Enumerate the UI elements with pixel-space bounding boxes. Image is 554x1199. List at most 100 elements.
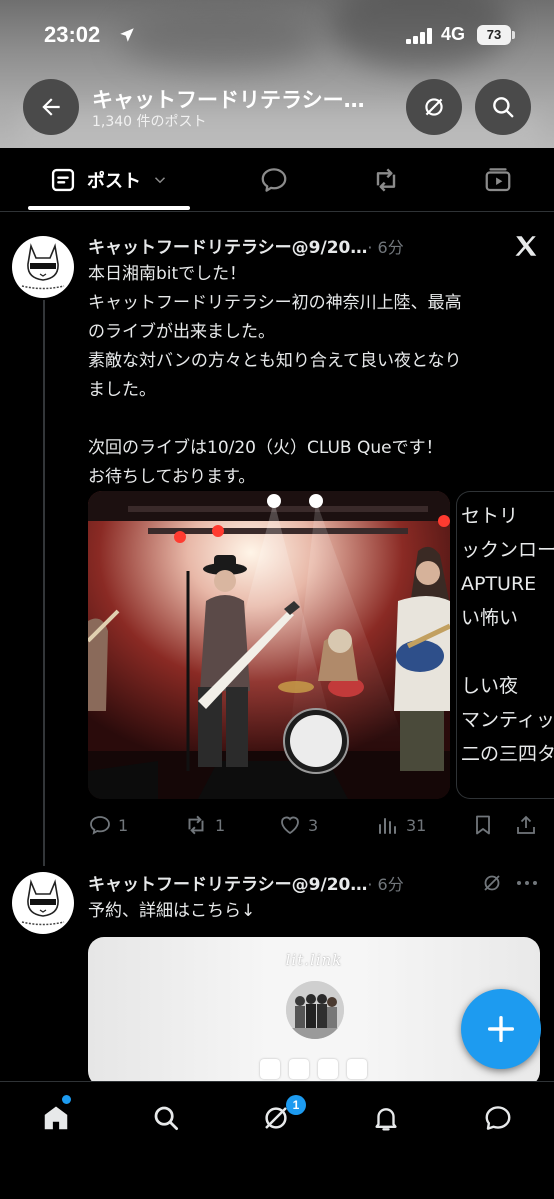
tab-replies[interactable]: [244, 148, 304, 212]
views-chart-icon: [379, 818, 396, 834]
more-options-icon[interactable]: [515, 874, 539, 892]
x-logo-icon: [515, 236, 537, 256]
tweet-text-line: のライブが出来ました。: [88, 322, 275, 342]
cat-logo-icon: [21, 879, 65, 926]
setlist-text: セトリ ックンロー APTURE い怖い しい夜 マンティッ 二の三四タ: [457, 492, 554, 771]
reply-button[interactable]: 1: [88, 810, 128, 840]
profile-header-banner: 23:02 4G 73 キャットフードリテラシー… 1,340 件のポスト: [0, 0, 554, 148]
battery-level: 73: [477, 25, 511, 45]
thread-connector-line: [43, 300, 45, 866]
media-icon: [485, 168, 511, 192]
tweet-author-name[interactable]: キャットフードリテラシー@9/20…: [88, 875, 367, 895]
nav-messages[interactable]: [470, 1096, 526, 1140]
tweet-text-line: [88, 405, 540, 434]
live-photo[interactable]: [88, 491, 450, 799]
tweet-timestamp[interactable]: · 6分: [367, 875, 403, 894]
status-bar: 23:02 4G 73: [0, 22, 554, 52]
band-live-photo-illustration: [88, 491, 450, 799]
search-button[interactable]: [475, 79, 531, 135]
tab-posts-label: ポスト: [87, 171, 141, 192]
nav-home[interactable]: [28, 1096, 84, 1140]
tweet-actions: 1 1 3 31: [88, 810, 540, 840]
tweet-text-line: 本日湘南bitでした！: [88, 264, 247, 284]
link-card-brand: lit.link: [285, 951, 343, 969]
messages-icon: [485, 1106, 511, 1130]
nav-notifications[interactable]: [358, 1096, 414, 1140]
mute-button[interactable]: [406, 79, 462, 135]
tab-reposts[interactable]: [356, 148, 416, 212]
battery-icon: 73: [477, 25, 517, 45]
home-icon: [44, 1106, 68, 1130]
search-icon: [493, 97, 514, 118]
repost-button[interactable]: 1: [183, 810, 225, 840]
bookmark-button[interactable]: [471, 810, 495, 840]
compose-post-button[interactable]: [461, 989, 541, 1069]
chevron-down-icon: [154, 177, 166, 184]
mute-icon[interactable]: [480, 871, 504, 895]
bookmark-icon: [476, 815, 490, 835]
like-button[interactable]: 3: [278, 810, 318, 840]
setlist-line: [457, 635, 554, 669]
setlist-line: セトリ: [461, 505, 519, 527]
network-type: 4G: [441, 24, 466, 44]
status-time: 23:02: [44, 22, 101, 47]
share-icon: [517, 815, 535, 834]
active-tab-indicator: [28, 206, 190, 210]
tweet-header: キャットフードリテラシー@9/20…· 6分: [88, 870, 404, 896]
link-card-profile-photo: [286, 981, 344, 1039]
setlist-photo[interactable]: セトリ ックンロー APTURE い怖い しい夜 マンティッ 二の三四タ: [456, 491, 554, 799]
setlist-line: ックンロー: [461, 539, 554, 561]
cat-logo-icon: [21, 243, 65, 290]
location-arrow-icon: [120, 28, 134, 42]
cellular-signal-icon: [406, 28, 432, 44]
tab-posts[interactable]: ポスト: [28, 148, 190, 212]
tweet-header: キャットフードリテラシー@9/20…· 6分: [88, 233, 404, 259]
avatar[interactable]: [12, 872, 74, 934]
plus-icon: [487, 1015, 515, 1043]
setlist-line: しい夜: [461, 675, 519, 697]
tweet-text-line: 素敵な対バンの方々とも知り合えて良い夜となり: [88, 351, 462, 371]
grok-badge: 1: [286, 1095, 306, 1115]
replies-icon: [261, 168, 287, 192]
posts-icon: [51, 168, 75, 192]
views-button[interactable]: 31: [376, 810, 426, 840]
views-count: 31: [406, 815, 427, 835]
social-link-icon[interactable]: [318, 1059, 338, 1079]
bottom-navigation: 1: [0, 1081, 554, 1199]
tweet-author-name[interactable]: キャットフードリテラシー@9/20…: [88, 238, 367, 258]
reply-icon: [90, 816, 110, 835]
tweet-text: 予約、詳細はこちら↓: [88, 897, 540, 926]
setlist-line: マンティッ: [461, 709, 554, 731]
band-members-photo: [286, 981, 344, 1039]
back-button[interactable]: [23, 79, 79, 135]
tweet-text-line: 予約、詳細はこちら↓: [88, 901, 256, 921]
repost-count: 1: [215, 815, 226, 835]
share-button[interactable]: [514, 810, 538, 840]
profile-name-title: キャットフードリテラシー…: [92, 88, 365, 112]
tweet-text: 本日湘南bitでした！ キャットフードリテラシー初の神奈川上陸、最高 のライブが…: [88, 260, 540, 492]
mute-icon: [425, 98, 443, 116]
home-notification-dot: [62, 1095, 71, 1104]
tweet-text-line: キャットフードリテラシー初の神奈川上陸、最高: [88, 293, 462, 313]
reply-count: 1: [118, 815, 129, 835]
social-link-icon[interactable]: [260, 1059, 280, 1079]
tweet-text-line: ました。: [88, 380, 156, 400]
search-icon: [154, 1106, 178, 1130]
tweet-text-line: お待ちしております。: [88, 467, 256, 487]
notifications-icon: [375, 1108, 397, 1131]
back-arrow-icon: [42, 98, 60, 116]
setlist-line: APTURE: [461, 573, 537, 595]
tweet-text-line: 次回のライブは10/20（火）CLUB Queです！: [88, 438, 443, 458]
social-link-icon[interactable]: [347, 1059, 367, 1079]
profile-tabs: ポスト: [0, 148, 554, 212]
social-link-icon[interactable]: [289, 1059, 309, 1079]
avatar[interactable]: [12, 236, 74, 298]
tweet-timestamp[interactable]: · 6分: [367, 238, 403, 257]
reposts-icon: [376, 168, 396, 192]
setlist-line: い怖い: [461, 607, 519, 629]
tab-media[interactable]: [468, 148, 528, 212]
nav-search[interactable]: [138, 1096, 194, 1140]
post-count: 1,340 件のポスト: [92, 114, 207, 130]
heart-icon: [281, 816, 299, 835]
like-count: 3: [308, 815, 319, 835]
